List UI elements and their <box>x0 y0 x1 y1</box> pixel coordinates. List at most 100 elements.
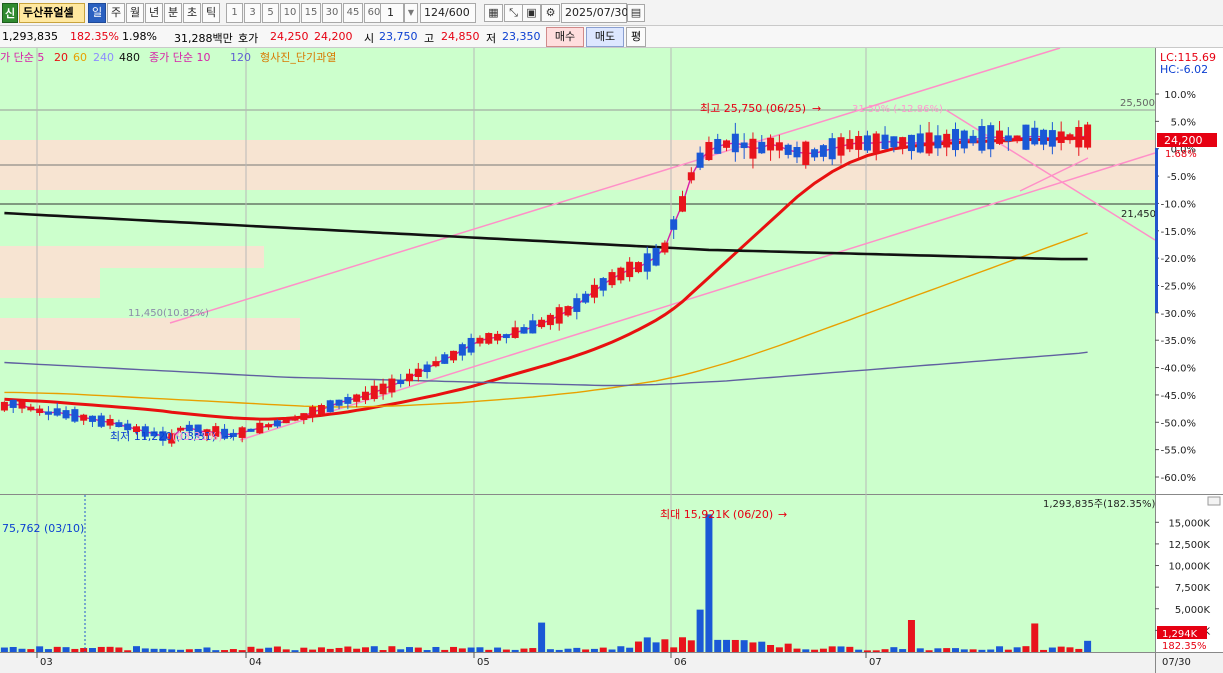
volume-bar <box>124 650 132 652</box>
volume-bar <box>705 514 713 652</box>
candle-body <box>344 397 352 404</box>
stock-badge-icon[interactable]: 신 <box>2 3 18 23</box>
period-tab-week[interactable]: 주 <box>107 3 125 23</box>
candle-body <box>361 391 369 400</box>
candle-body <box>406 373 413 382</box>
candle-body <box>115 422 123 428</box>
low-label: 저 <box>486 32 497 45</box>
candle-body <box>828 138 836 160</box>
interval-5[interactable]: 5 <box>262 3 279 23</box>
volume-bar <box>1048 647 1056 652</box>
volume-bar <box>44 649 52 652</box>
legend-ma60[interactable]: 60 <box>73 51 87 64</box>
volume-bar <box>282 649 290 652</box>
calendar-icon[interactable]: ▤ <box>627 4 645 22</box>
volume-bar <box>291 650 299 652</box>
candle-body <box>899 137 907 149</box>
volume-bar <box>731 639 739 652</box>
price-axis-label: -20.0% <box>1161 254 1196 265</box>
legend-ma480[interactable]: 480 <box>119 51 140 64</box>
save-icon[interactable]: ▣ <box>522 4 541 22</box>
legend-volume-ma[interactable]: 종가 단순 10 <box>149 51 210 64</box>
price-axis-label: -55.0% <box>1161 446 1196 457</box>
candle-body <box>758 141 766 154</box>
candle-body <box>458 344 466 356</box>
legend-overheat[interactable]: 형사진_단기과열 <box>260 51 336 64</box>
volume-bar <box>18 648 26 652</box>
stock-chart[interactable]: 10.0%5.0%0.0%-5.0%-10.0%-15.0%-20.0%-25.… <box>0 48 1223 673</box>
current-price-label: 24,200 <box>1164 134 1203 147</box>
volume-bar <box>476 647 484 652</box>
candle-body <box>1048 130 1056 147</box>
volume-bar <box>511 649 519 652</box>
volume-bar <box>863 650 871 652</box>
interval-10[interactable]: 10 <box>280 3 300 23</box>
period-tab-second[interactable]: 초 <box>183 3 201 23</box>
volume-bar <box>555 649 563 652</box>
interval-select[interactable]: 1 <box>380 3 404 23</box>
candle-body <box>520 327 528 334</box>
sell-button[interactable]: 매도 <box>586 27 624 47</box>
gear-icon[interactable]: ⚙ <box>541 4 560 22</box>
overheat-zone-mid <box>0 246 264 268</box>
price-axis-label: -5.0% <box>1167 172 1196 183</box>
volume-bar <box>784 643 792 652</box>
period-tab-year[interactable]: 년 <box>145 3 163 23</box>
volume-bar <box>27 649 35 652</box>
pane-collapse-button[interactable] <box>1207 496 1221 506</box>
candle-body <box>819 145 827 157</box>
candle-body <box>273 420 281 427</box>
price-axis-label: -25.0% <box>1161 282 1196 293</box>
candle-body <box>317 405 325 415</box>
volume-bar <box>256 648 264 652</box>
interval-1[interactable]: 1 <box>226 3 243 23</box>
candle-body <box>62 410 70 419</box>
price-axis-label: -35.0% <box>1161 336 1196 347</box>
chevron-down-icon[interactable]: ▼ <box>404 3 418 23</box>
chart-settings-icon[interactable]: ▦ <box>484 4 503 22</box>
candle-body <box>370 385 378 400</box>
level-label-21450: 21,450 <box>1121 209 1156 220</box>
average-price-button[interactable]: 평 <box>626 27 646 47</box>
candle-body <box>590 284 598 298</box>
crosshair-icon[interactable]: ⤡ <box>504 4 523 22</box>
volume-bar <box>740 640 748 652</box>
candle-count-field[interactable]: 124/600 <box>420 3 476 23</box>
stock-name-field[interactable]: 두산퓨얼셀 <box>19 3 85 23</box>
candle-body <box>1075 127 1083 148</box>
volume-bar <box>793 648 801 652</box>
period-tab-day[interactable]: 일 <box>88 3 106 23</box>
volume-bar <box>397 649 405 652</box>
period-tab-minute[interactable]: 분 <box>164 3 182 23</box>
volume-bar <box>978 649 986 652</box>
candle-body <box>53 408 61 416</box>
period-tab-tick[interactable]: 틱 <box>202 3 220 23</box>
candle-body <box>1022 124 1030 150</box>
legend-price-ma[interactable]: 가 단순 5 <box>0 51 44 64</box>
candle-body <box>617 267 625 281</box>
date-field[interactable]: 2025/07/30 <box>561 3 628 23</box>
candle-body <box>300 413 308 420</box>
interval-3[interactable]: 3 <box>244 3 261 23</box>
legend-ma20[interactable]: 20 <box>54 51 68 64</box>
candle-body <box>511 327 519 338</box>
open-label: 시 <box>364 32 375 45</box>
candle-body <box>238 427 246 438</box>
volume-bar <box>80 648 88 652</box>
volume-bar <box>996 646 1004 652</box>
candle-body <box>555 307 563 324</box>
interval-15[interactable]: 15 <box>301 3 321 23</box>
volume-bar <box>775 647 783 652</box>
interval-30[interactable]: 30 <box>322 3 342 23</box>
volume-bar <box>1040 649 1048 652</box>
interval-45[interactable]: 45 <box>343 3 363 23</box>
buy-button[interactable]: 매수 <box>546 27 584 47</box>
high-price: 24,850 <box>441 30 480 43</box>
period-tab-month[interactable]: 월 <box>126 3 144 23</box>
candle-body <box>723 140 731 148</box>
candle-body <box>397 380 405 385</box>
overheat-zone-left <box>0 268 100 298</box>
legend-volume-ma120[interactable]: 120 <box>230 51 251 64</box>
candle-body <box>353 394 361 402</box>
legend-ma240[interactable]: 240 <box>93 51 114 64</box>
